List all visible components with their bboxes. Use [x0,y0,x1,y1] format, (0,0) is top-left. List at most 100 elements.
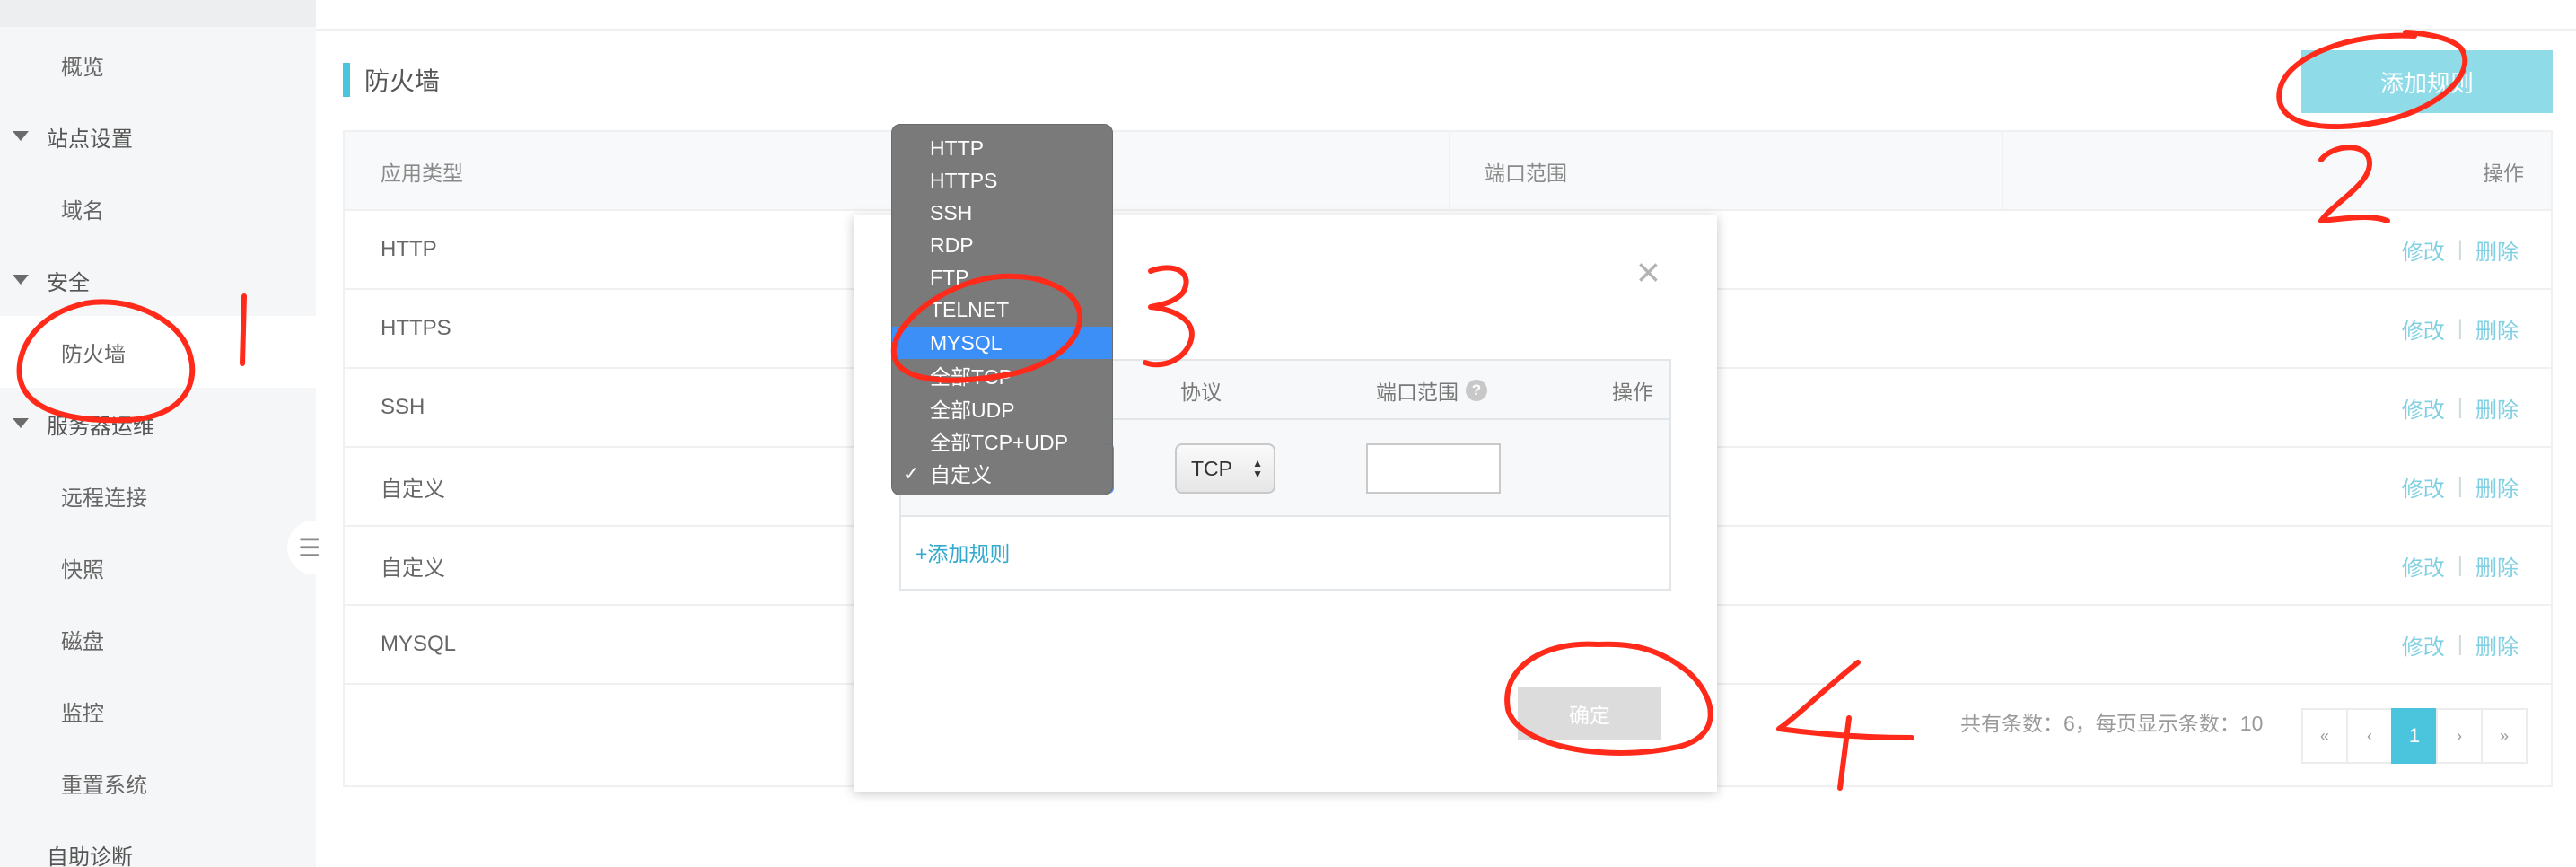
dropdown-option-mysql[interactable]: MYSQL [892,327,1112,360]
add-rule-button[interactable]: 添加规则 [2301,50,2553,113]
delete-link[interactable]: 删除 [2475,471,2519,503]
delete-link[interactable]: 删除 [2475,550,2519,582]
ops-separator: | [2457,316,2463,340]
cell-app-type: MYSQL [381,632,457,656]
protocol-select[interactable]: TCP ▲ ▼ [1175,443,1275,494]
dropdown-option-ssh[interactable]: SSH [892,197,1112,229]
pagination: « ‹ 1 › » [2301,708,2528,764]
delete-link[interactable]: 删除 [2475,392,2519,424]
column-header-port-range: 端口范围 [1485,162,1567,185]
port-range-input[interactable] [1366,443,1501,494]
column-header-ops: 操作 [2483,162,2524,185]
delete-link[interactable]: 删除 [2475,629,2519,661]
confirm-button[interactable]: 确定 [1518,687,1661,740]
page-number-button[interactable]: 1 [2391,708,2438,764]
ops-separator: | [2457,474,2463,498]
sidebar-item-snapshot[interactable]: 快照 [0,531,316,603]
page-next-button[interactable]: › [2436,708,2483,764]
sidebar-group-server-ops[interactable]: 服务器运维 [0,388,316,460]
page-last-button[interactable]: » [2481,708,2528,764]
sidebar-group-site-settings[interactable]: 站点设置 [0,101,316,172]
add-rule-link[interactable]: +添加规则 [916,537,1010,567]
edit-link[interactable]: 修改 [2402,629,2445,661]
dropdown-option-telnet[interactable]: TELNET [892,294,1112,327]
sidebar-item-label: 域名 [61,198,104,223]
table-header: 应用类型 端口范围 操作 [345,132,2551,211]
caret-down-icon [13,275,29,285]
dropdown-option-all-tcp-udp[interactable]: 全部TCP+UDP [892,425,1112,457]
sidebar-group-security[interactable]: 安全 [0,244,316,316]
sidebar-item-disk[interactable]: 磁盘 [0,603,316,675]
sidebar: 概览 站点设置 域名 安全 防火墙 服务器运维 远程连接 快照 磁盘 监控 重置… [0,0,316,867]
cell-app-type: HTTP [381,237,437,261]
row-ops: 修改 | 删除 [2402,527,2519,604]
sidebar-top-block [0,0,316,27]
edit-link[interactable]: 修改 [2402,550,2445,582]
delete-link[interactable]: 删除 [2475,234,2519,266]
column-header-port-range-label: 端口范围 [1376,381,1459,404]
ops-separator: | [2457,632,2463,656]
page-title: 防火墙 [364,67,441,95]
cell-app-type: 自定义 [381,556,445,581]
sidebar-item-overview[interactable]: 概览 [0,29,316,101]
page-prev-button[interactable]: ‹ [2346,708,2393,764]
sidebar-item-label: 监控 [61,701,104,726]
sidebar-group-self-diagnosis[interactable]: 自助诊断 [0,819,316,867]
dropdown-option-rdp[interactable]: RDP [892,230,1112,262]
sidebar-item-label: 重置系统 [61,773,147,798]
column-divider [1449,132,1450,211]
sidebar-item-label: 概览 [61,55,104,80]
menu-icon: ☰ [298,533,321,562]
column-header-ops: 操作 [1612,381,1653,404]
row-ops: 修改 | 删除 [2402,290,2519,367]
app-type-dropdown: HTTP HTTPS SSH RDP FTP TELNET MYSQL 全部TC… [891,124,1113,495]
cell-app-type: HTTPS [381,316,451,340]
ops-separator: | [2457,395,2463,419]
sidebar-item-label: 自助诊断 [47,845,133,867]
column-header-app-type: 应用类型 [381,162,463,185]
dropdown-option-all-tcp[interactable]: 全部TCP [892,359,1112,391]
page-title-accent [343,63,350,97]
help-icon[interactable]: ? [1466,380,1487,401]
ops-separator: | [2457,553,2463,577]
column-header-port-range: 端口范围 ? [1376,361,1487,420]
dropdown-option-label: 自定义 [930,462,992,486]
ops-separator: | [2457,237,2463,261]
select-arrows-icon: ▲ ▼ [1252,457,1263,480]
caret-down-icon [13,131,29,141]
sidebar-collapse-toggle[interactable]: ☰ [287,521,341,574]
row-ops: 修改 | 删除 [2402,369,2519,446]
edit-link[interactable]: 修改 [2402,471,2445,503]
sidebar-item-remote-connection[interactable]: 远程连接 [0,460,316,531]
sidebar-item-label: 安全 [47,270,90,295]
caret-down-icon [13,418,29,428]
page-first-button[interactable]: « [2301,708,2348,764]
checkmark-icon: ✓ [903,461,920,485]
dropdown-option-custom[interactable]: ✓ 自定义 [892,457,1112,489]
cell-app-type: 自定义 [381,477,445,502]
main-top-divider [316,29,2576,31]
edit-link[interactable]: 修改 [2402,392,2445,424]
row-ops: 修改 | 删除 [2402,448,2519,525]
close-icon[interactable]: × [1636,251,1660,293]
row-ops: 修改 | 删除 [2402,606,2519,683]
sidebar-item-label: 远程连接 [61,486,147,511]
sidebar-item-reset-system[interactable]: 重置系统 [0,747,316,819]
sidebar-item-label: 服务器运维 [47,414,154,439]
edit-link[interactable]: 修改 [2402,313,2445,345]
edit-link[interactable]: 修改 [2402,234,2445,266]
sidebar-item-label: 快照 [61,557,104,582]
dropdown-option-all-udp[interactable]: 全部UDP [892,392,1112,425]
delete-link[interactable]: 删除 [2475,313,2519,345]
row-ops: 修改 | 删除 [2402,211,2519,288]
sidebar-item-monitor[interactable]: 监控 [0,675,316,747]
dropdown-option-http[interactable]: HTTP [892,132,1112,164]
dropdown-option-ftp[interactable]: FTP [892,262,1112,294]
pagination-summary: 共有条数：6，每页显示条数：10 [1960,712,2264,735]
sidebar-item-label: 站点设置 [47,127,133,152]
dropdown-option-https[interactable]: HTTPS [892,164,1112,197]
column-divider [2002,132,2003,211]
sidebar-item-domain[interactable]: 域名 [0,172,316,244]
cell-app-type: SSH [381,395,425,419]
sidebar-item-firewall[interactable]: 防火墙 [0,316,316,388]
